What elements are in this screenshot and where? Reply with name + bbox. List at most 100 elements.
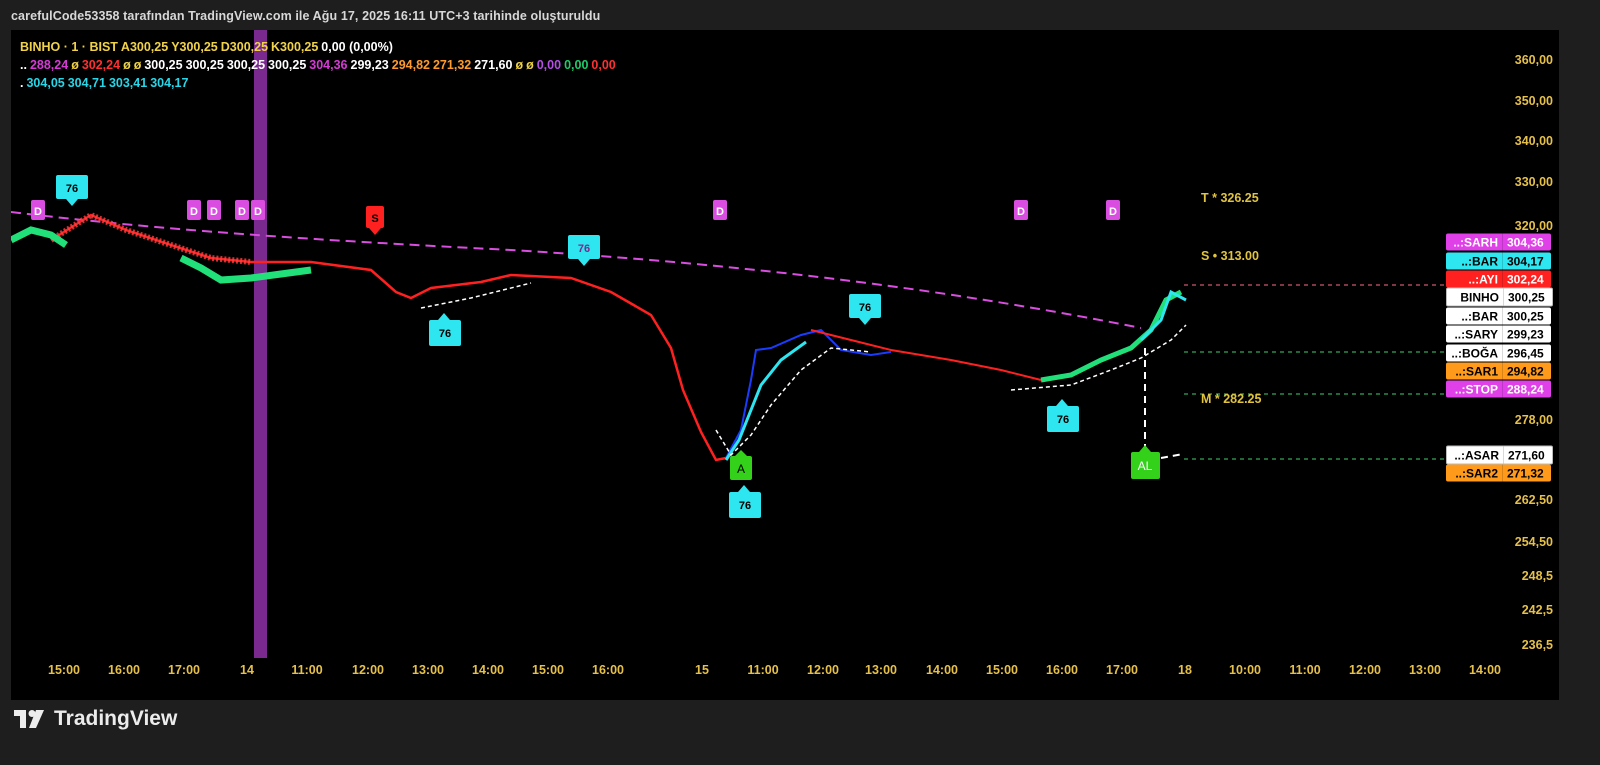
price-tick: 262,50 [1514,493,1553,507]
d-marker-2[interactable]: D [187,200,201,220]
price-badge[interactable]: ..:AYI 302,24 [1446,270,1551,288]
legend-value: ø [133,58,142,72]
price-badge-name: ..:ASAR [1454,448,1499,462]
legend-value: 271,32 [432,58,472,72]
legend-row-indicators: .. 288,24 ø 302,24 ø ø 300,25 300,25 300,25 300,2… [20,56,619,74]
tradingview-brand[interactable]: TradingView [14,704,177,734]
legend-value: 300,25 [268,58,307,72]
bearish-price-line-late [810,329,1042,381]
signal-76-marker-2[interactable]: 76 [568,235,600,266]
d-marker-5[interactable]: D [251,200,265,220]
legend-value: K300,25 [271,40,319,54]
d-marker-4[interactable]: D [235,200,249,220]
price-tick: 236,5 [1521,638,1553,652]
chart-area[interactable]: 76 76 76 76 76 76 D D D D D D D D S A AL… [11,30,1559,700]
price-badge-name: ..:BOĞA [1451,346,1498,360]
svg-text:AL: AL [1138,459,1153,473]
legend-value: D300,25 [220,40,269,54]
time-tick: 17:00 [1106,663,1138,677]
price-badge[interactable]: ..:SAR2 271,32 [1446,464,1551,482]
svg-text:A: A [737,462,745,476]
chart-attribution: carefulCode53358 tarafından TradingView.… [11,9,601,23]
bullish-price-segment-late [1040,289,1183,383]
price-badge-name: ..:SARY [1454,327,1498,341]
price-badge-name: ..:AYI [1468,272,1498,286]
price-badge-value: 288,24 [1502,380,1551,398]
svg-text:76: 76 [439,328,451,340]
price-badge-value: 302,24 [1502,270,1551,288]
legend-value: 302,24 [81,58,121,72]
legend-value: . [20,76,24,90]
price-badge-name: ..:SARH [1453,235,1498,249]
signal-76-marker-4[interactable]: 76 [429,313,461,346]
legend-value: ø [526,58,534,72]
price-badge-value: 271,32 [1502,464,1551,482]
buy-al-marker[interactable]: AL [1131,445,1160,479]
sell-marker[interactable]: S [366,206,384,235]
signal-76-marker-3[interactable]: 76 [849,294,881,325]
time-tick: 14:00 [1469,663,1501,677]
price-badge[interactable]: ..:BAR 300,25 [1446,307,1551,325]
legend-value: 300,25 [226,58,266,72]
d-marker-8[interactable]: D [1106,200,1120,220]
price-tick: 278,00 [1514,413,1553,427]
time-tick: 13:00 [1409,663,1441,677]
price-badge-name: ..:SAR1 [1455,364,1498,378]
signal-76-marker-5[interactable]: 76 [729,485,761,518]
price-badge[interactable]: BINHO 300,25 [1446,287,1553,307]
legend-value: 294,82 [391,58,430,72]
legend-value: 271,60 [474,58,513,72]
time-tick: 11:00 [291,663,323,677]
time-tick: 10:00 [1229,663,1261,677]
price-tick: 330,00 [1514,175,1553,189]
signal-76-marker-6[interactable]: 76 [1047,399,1079,432]
legend-value: 299,23 [350,58,389,72]
time-tick: 15:00 [48,663,80,677]
time-tick: 15 [695,663,709,677]
d-marker-6[interactable]: D [713,200,727,220]
price-badge-value: 300,25 [1503,288,1552,306]
time-tick: 15:00 [986,663,1018,677]
price-tick: 254,50 [1514,535,1553,549]
time-tick: 18 [1178,663,1192,677]
price-badge[interactable]: ..:SARY 299,23 [1446,325,1551,343]
stop-level-label: S • 313.00 [1201,249,1259,263]
chart-canvas[interactable]: 76 76 76 76 76 76 D D D D D D D D S A AL [11,30,1559,700]
price-badge-name: ..:SAR2 [1455,466,1498,480]
time-tick: 11:00 [1289,663,1321,677]
legend-value: 304,17 [150,76,189,90]
legend-value: ø [515,58,524,72]
price-badge-value: 304,17 [1502,252,1551,270]
svg-text:76: 76 [66,183,78,195]
svg-text:76: 76 [1057,414,1069,426]
price-badge[interactable]: ..:ASAR 271,60 [1446,445,1553,465]
time-tick: 12:00 [807,663,839,677]
mid-level-label: M * 282.25 [1201,392,1262,406]
d-marker-7[interactable]: D [1014,200,1028,220]
legend-row-bars: . 304,05 304,71 303,41 304,17 [20,74,619,92]
legend-row-ohlc: BINHO · 1 · BIST A300,25 Y300,25 D300,25 K30… [20,38,619,56]
price-badge[interactable]: ..:STOP 288,24 [1446,380,1551,398]
price-badge[interactable]: ..:SAR1 294,82 [1446,362,1551,380]
target-level-label: T * 326.25 [1201,191,1259,205]
price-badge[interactable]: ..:BAR 304,17 [1446,252,1551,270]
price-badge-name: ..:BAR [1461,309,1498,323]
session-highlight-band [254,30,267,658]
legend-value: BINHO · 1 · BIST [20,40,118,54]
price-badge[interactable]: ..:SARH 304,36 [1446,233,1551,251]
price-badge-name: ..:BAR [1461,254,1498,268]
price-badge[interactable]: ..:BOĞA 296,45 [1446,344,1551,362]
price-tick: 242,5 [1521,603,1553,617]
buy-a-marker[interactable]: A [730,450,752,480]
price-tick: 350,00 [1514,94,1553,108]
d-marker-1[interactable]: D [31,200,45,220]
d-marker-3[interactable]: D [207,200,221,220]
signal-76-marker-1[interactable]: 76 [56,175,88,206]
price-badge-value: 271,60 [1503,446,1552,464]
time-axis[interactable]: 15:00 16:00 17:00 14 11:00 12:00 13:00 14:00 15:… [11,658,1503,700]
time-tick: 14:00 [926,663,958,677]
price-badge-name: BINHO [1460,290,1499,304]
legend-value: 300,25 [144,58,183,72]
legend-value: 288,24 [29,58,69,72]
legend-value: 304,05 [26,76,65,90]
